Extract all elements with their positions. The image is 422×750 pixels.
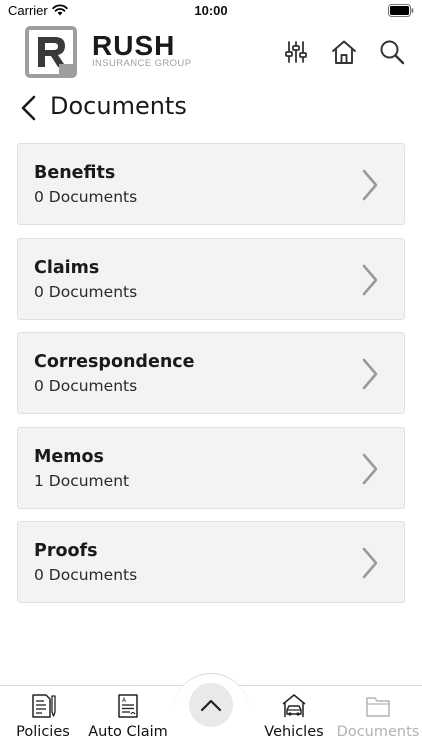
folder-icon — [366, 697, 390, 717]
car-garage-icon — [282, 694, 306, 717]
page-title: Documents — [50, 92, 187, 120]
document-category-benefits[interactable]: Benefits 0 Documents — [17, 143, 405, 225]
logo-wordmark: RUSH — [92, 30, 176, 61]
category-name: Proofs — [34, 541, 98, 561]
document-category-claims[interactable]: Claims 0 Documents — [17, 237, 405, 320]
tab-policies[interactable]: Policies — [0, 686, 86, 750]
document-category-correspondence[interactable]: Correspondence 0 Documents — [17, 332, 405, 414]
tab-label: Policies — [16, 724, 70, 740]
category-count: 0 Documents — [34, 566, 138, 584]
chevron-right-icon — [362, 547, 378, 579]
claim-form-icon: A — [118, 694, 138, 718]
filter-sliders-icon[interactable] — [282, 38, 310, 66]
tab-label: Vehicles — [264, 724, 324, 740]
category-name: Benefits — [34, 163, 116, 183]
tab-auto-claim[interactable]: A Auto Claim — [84, 686, 172, 750]
tab-documents[interactable]: Documents — [334, 686, 422, 750]
policy-document-icon — [32, 694, 56, 718]
status-bar: Carrier 10:00 — [0, 0, 422, 22]
back-chevron-icon[interactable] — [18, 94, 42, 122]
chevron-right-icon — [362, 169, 378, 201]
category-count: 0 Documents — [34, 377, 138, 395]
category-count: 0 Documents — [34, 282, 138, 301]
rush-logo: RUSH INSURANCE GROUP — [25, 26, 197, 78]
document-category-memos[interactable]: Memos 1 Document — [17, 426, 405, 509]
rush-logo-mark-icon — [25, 26, 77, 78]
category-name: Memos — [34, 446, 104, 467]
chevron-up-icon — [200, 699, 222, 712]
search-icon[interactable] — [378, 38, 406, 66]
clock-time: 10:00 — [194, 3, 228, 18]
tab-label: Documents — [336, 724, 420, 740]
category-count: 1 Document — [34, 471, 130, 490]
document-category-proofs[interactable]: Proofs 0 Documents — [17, 521, 405, 603]
chevron-right-icon — [362, 453, 378, 484]
chevron-right-icon — [362, 264, 378, 295]
category-name: Correspondence — [34, 352, 195, 372]
app-header: RUSH INSURANCE GROUP — [0, 24, 422, 80]
category-name: Claims — [34, 257, 100, 278]
svg-text:A: A — [122, 697, 127, 704]
chevron-right-icon — [362, 358, 378, 390]
battery-icon — [388, 4, 414, 17]
tab-label: Auto Claim — [88, 724, 168, 740]
logo-subtitle: INSURANCE GROUP — [92, 58, 192, 69]
home-icon[interactable] — [330, 38, 358, 66]
tab-vehicles[interactable]: Vehicles — [256, 686, 332, 750]
document-category-list: Benefits 0 Documents Claims 0 Documents … — [17, 143, 405, 616]
page-title-row: Documents — [0, 88, 422, 128]
category-count: 0 Documents — [34, 188, 138, 206]
expand-menu-button[interactable] — [189, 683, 233, 727]
